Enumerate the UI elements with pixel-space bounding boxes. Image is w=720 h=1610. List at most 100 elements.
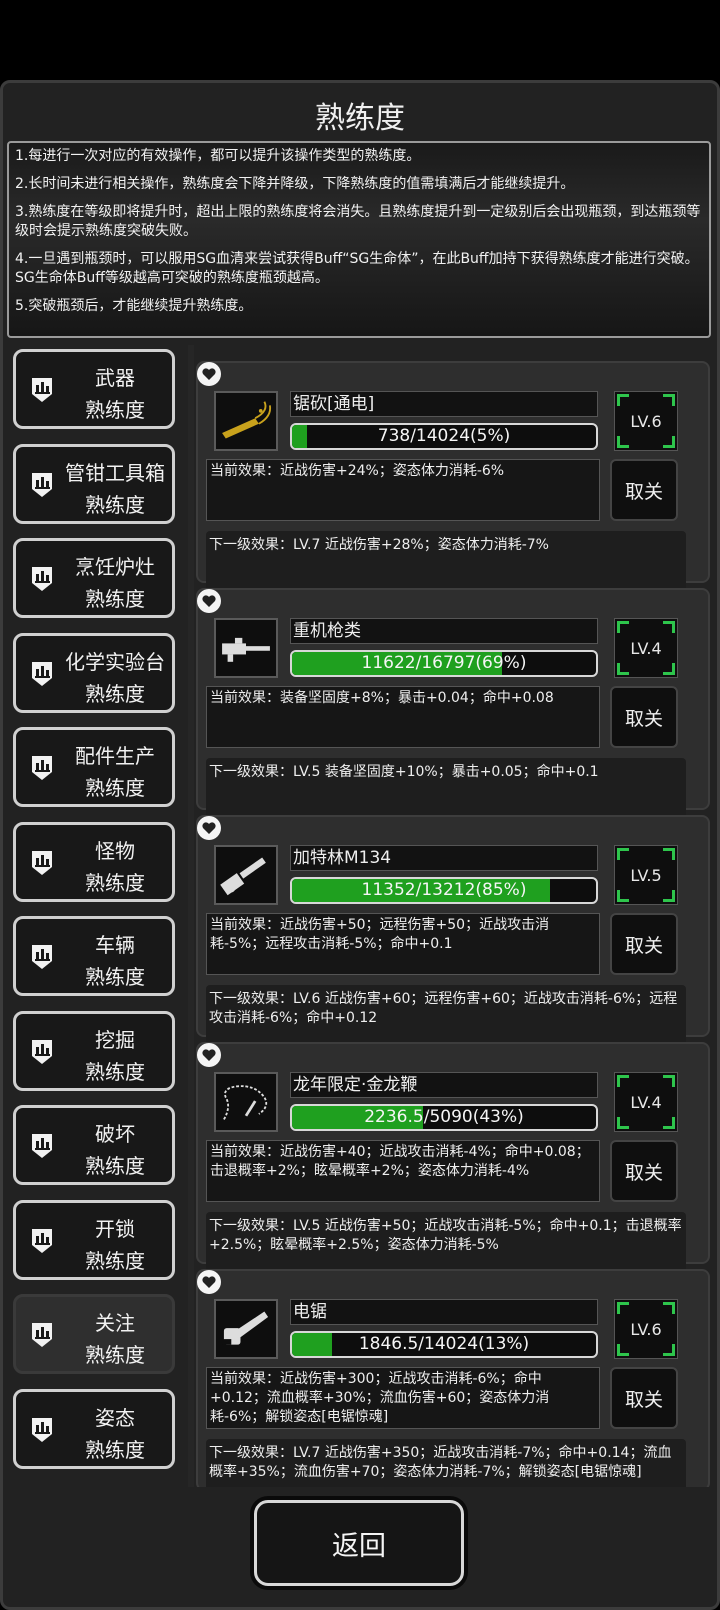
item-list[interactable]: 锯砍[通电] 738/14024(5%) LV.6 当前效果：近战伤害+24%；姿态体… bbox=[196, 345, 712, 1487]
category-button[interactable]: 姿态 熟练度 bbox=[13, 1388, 175, 1469]
category-sublabel: 熟练度 bbox=[85, 965, 145, 989]
proficiency-card: 加特林M134 11352/13212(85%) LV.5 当前效果：近战伤害+50；… bbox=[196, 815, 710, 1051]
trophy-chart-icon bbox=[26, 469, 58, 501]
level-text: LV.5 bbox=[630, 865, 662, 885]
gatling-gun-icon bbox=[214, 845, 278, 905]
progress-bar: 1846.5/14024(13%) bbox=[290, 1331, 598, 1358]
level-badge: LV.5 bbox=[614, 845, 678, 905]
category-sublabel: 熟练度 bbox=[85, 398, 145, 422]
favorite-heart-icon[interactable] bbox=[196, 1042, 222, 1068]
progress-text: 11352/13212(85%) bbox=[361, 880, 527, 900]
progress-text: 2236.5/5090(43%) bbox=[364, 1107, 524, 1127]
category-button[interactable]: 挖掘 熟练度 bbox=[13, 1010, 175, 1091]
next-level-effect: 下一级效果：LV.7 近战伤害+350；近战攻击消耗-7%；命中+0.14；流血… bbox=[206, 1439, 686, 1487]
level-badge: LV.6 bbox=[614, 391, 678, 451]
category-button[interactable]: 破坏 熟练度 bbox=[13, 1105, 175, 1185]
category-sublabel: 熟练度 bbox=[85, 1248, 145, 1273]
trophy-chart-icon bbox=[26, 847, 58, 879]
category-label: 烹饪炉灶 bbox=[75, 555, 155, 579]
page-title: 熟练度 bbox=[315, 101, 405, 136]
category-button[interactable]: 关注 熟练度 bbox=[13, 1294, 175, 1374]
category-label: 配件生产 bbox=[75, 744, 155, 768]
category-button[interactable]: 车辆 熟练度 bbox=[13, 916, 175, 996]
progress-text: 738/14024(5%) bbox=[377, 426, 511, 446]
category-sublabel: 熟练度 bbox=[85, 1343, 145, 1367]
level-text: LV.4 bbox=[630, 638, 662, 658]
trophy-chart-icon bbox=[26, 1225, 58, 1257]
info-line: 1.每进行一次对应的有效操作，都可以提升该操作类型的熟练度。 bbox=[15, 148, 421, 164]
current-effect: 当前效果：近战伤害+50；远程伤害+50；近战攻击消耗-5%；远程攻击消耗-5%… bbox=[206, 913, 600, 975]
info-line: 2.长时间未进行相关操作，熟练度会下降并降级，下降熟练度的值需填满后才能继续提升… bbox=[15, 176, 575, 192]
proficiency-card: 锯砍[通电] 738/14024(5%) LV.6 当前效果：近战伤害+24%；姿态体… bbox=[196, 361, 710, 597]
back-button[interactable]: 返回 bbox=[254, 1500, 464, 1586]
category-label: 化学实验台 bbox=[65, 649, 165, 674]
progress-text: 1846.5/14024(13%) bbox=[358, 1334, 530, 1354]
info-line: 5.突破瓶颈后，才能继续提升熟练度。 bbox=[15, 298, 253, 314]
category-sublabel: 熟练度 bbox=[85, 1437, 145, 1462]
scrollbar[interactable] bbox=[188, 345, 194, 1487]
category-label: 管钳工具箱 bbox=[65, 460, 165, 485]
category-sublabel: 熟练度 bbox=[85, 681, 145, 706]
category-label: 破坏 bbox=[95, 1122, 135, 1146]
trophy-chart-icon bbox=[26, 1414, 58, 1446]
trophy-chart-icon bbox=[26, 1319, 58, 1351]
category-button[interactable]: 烹饪炉灶 熟练度 bbox=[13, 538, 175, 618]
favorite-heart-icon[interactable] bbox=[196, 1269, 222, 1295]
info-box: 1.每进行一次对应的有效操作，都可以提升该操作类型的熟练度。 2.长时间未进行相… bbox=[7, 141, 711, 338]
chainsaw-icon bbox=[214, 1299, 278, 1359]
category-sublabel: 熟练度 bbox=[85, 587, 145, 611]
category-button[interactable]: 怪物 熟练度 bbox=[13, 821, 175, 902]
item-name: 锯砍[通电] bbox=[290, 391, 598, 417]
proficiency-card: 重机枪类 11622/16797(69%) LV.4 当前效果：装备坚固度+8%；暴击… bbox=[196, 588, 710, 824]
trophy-chart-icon bbox=[26, 658, 58, 690]
unfollow-button[interactable]: 取关 bbox=[610, 459, 678, 521]
level-badge: LV.4 bbox=[614, 618, 678, 678]
unfollow-button[interactable]: 取关 bbox=[610, 913, 678, 975]
category-sidebar[interactable]: 武器 熟练度 管钳工具箱 熟练度 烹饪炉灶 熟练度 化学实验台 熟练度 配件生产 熟练度 怪物 熟练度… bbox=[6, 345, 186, 1487]
category-button[interactable]: 开锁 熟练度 bbox=[13, 1199, 175, 1280]
progress-text: 11622/16797(69%) bbox=[361, 653, 527, 673]
category-button[interactable]: 配件生产 熟练度 bbox=[13, 727, 175, 807]
unfollow-button[interactable]: 取关 bbox=[610, 1367, 678, 1429]
trophy-chart-icon bbox=[26, 563, 58, 595]
progress-bar: 11352/13212(85%) bbox=[290, 877, 598, 904]
category-label: 关注 bbox=[95, 1311, 135, 1335]
category-sublabel: 熟练度 bbox=[85, 1154, 145, 1178]
item-name: 龙年限定·金龙鞭 bbox=[290, 1072, 598, 1098]
progress-bar: 2236.5/5090(43%) bbox=[290, 1104, 598, 1131]
proficiency-card: 龙年限定·金龙鞭 2236.5/5090(43%) LV.4 当前效果：近战伤害+40… bbox=[196, 1042, 710, 1278]
level-text: LV.4 bbox=[630, 1092, 662, 1112]
current-effect: 当前效果：装备坚固度+8%；暴击+0.04；命中+0.08 bbox=[206, 686, 600, 748]
current-effect: 当前效果：近战伤害+300；近战攻击消耗-6%；命中+0.12；流血概率+30%… bbox=[206, 1367, 600, 1429]
level-badge: LV.6 bbox=[614, 1299, 678, 1359]
trophy-chart-icon bbox=[26, 1130, 58, 1162]
chain-whip-icon bbox=[214, 1072, 278, 1132]
info-line: 4.一旦遇到瓶颈时，可以服用SG血清来尝试获得Buff“SG生命体”，在此Buf… bbox=[15, 251, 699, 286]
level-text: LV.6 bbox=[630, 411, 662, 431]
category-button[interactable]: 化学实验台 熟练度 bbox=[13, 632, 175, 713]
item-name: 重机枪类 bbox=[290, 618, 598, 644]
trophy-chart-icon bbox=[26, 1036, 58, 1068]
trophy-chart-icon bbox=[26, 941, 58, 973]
favorite-heart-icon[interactable] bbox=[196, 815, 222, 841]
favorite-heart-icon[interactable] bbox=[196, 361, 222, 387]
favorite-heart-icon[interactable] bbox=[196, 588, 222, 614]
progress-bar: 11622/16797(69%) bbox=[290, 650, 598, 677]
unfollow-button[interactable]: 取关 bbox=[610, 1140, 678, 1202]
item-name: 电锯 bbox=[290, 1299, 598, 1325]
progress-bar: 738/14024(5%) bbox=[290, 423, 598, 450]
category-label: 武器 bbox=[95, 366, 135, 390]
trophy-chart-icon bbox=[26, 374, 58, 406]
unfollow-button[interactable]: 取关 bbox=[610, 686, 678, 748]
current-effect: 当前效果：近战伤害+40；近战攻击消耗-4%；命中+0.08；击退概率+2%；眩… bbox=[206, 1140, 600, 1202]
level-badge: LV.4 bbox=[614, 1072, 678, 1132]
category-label: 怪物 bbox=[95, 838, 135, 863]
category-label: 开锁 bbox=[95, 1216, 135, 1241]
current-effect: 当前效果：近战伤害+24%；姿态体力消耗-6% bbox=[206, 459, 600, 521]
category-sublabel: 熟练度 bbox=[85, 1059, 145, 1084]
category-button[interactable]: 武器 熟练度 bbox=[13, 349, 175, 429]
chainsaw-blade-icon bbox=[214, 391, 278, 451]
item-name: 加特林M134 bbox=[290, 845, 598, 871]
category-sublabel: 熟练度 bbox=[85, 492, 145, 517]
category-button[interactable]: 管钳工具箱 熟练度 bbox=[13, 443, 175, 524]
